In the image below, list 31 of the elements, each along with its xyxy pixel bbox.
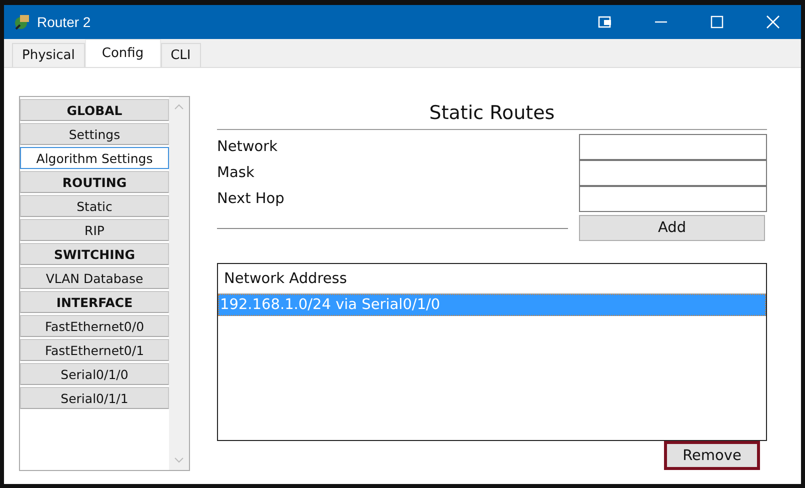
- tab[interactable]: Config: [84, 39, 161, 67]
- maximize-icon: [710, 15, 724, 29]
- sidebar-item[interactable]: FastEthernet0/1: [20, 339, 169, 361]
- input-field[interactable]: [579, 134, 767, 160]
- field-label: Mask: [217, 165, 254, 181]
- sidebar-heading[interactable]: SWITCHING: [20, 243, 169, 265]
- sidebar-heading[interactable]: INTERFACE: [20, 291, 169, 313]
- field-label: Next Hop: [217, 191, 284, 207]
- sidebar-item[interactable]: Serial0/1/1: [20, 387, 169, 409]
- section-title: Static Routes: [429, 102, 555, 124]
- tab[interactable]: Physical: [12, 43, 85, 67]
- add-button[interactable]: Add: [579, 215, 765, 241]
- sidebar-heading[interactable]: GLOBAL: [20, 99, 169, 121]
- sidebar-heading[interactable]: ROUTING: [20, 171, 169, 193]
- window-title: Router 2: [37, 14, 92, 30]
- sidebar-item[interactable]: Static: [20, 195, 169, 217]
- sidebar-item[interactable]: Serial0/1/0: [20, 363, 169, 385]
- sidebar-item[interactable]: VLAN Database: [20, 267, 169, 289]
- sidebar-item[interactable]: RIP: [20, 219, 169, 241]
- sidebar-item[interactable]: Algorithm Settings: [20, 147, 169, 169]
- field-label: Network: [217, 139, 278, 155]
- sidebar-item[interactable]: FastEthernet0/0: [20, 315, 169, 337]
- sidebar-item[interactable]: Settings: [20, 123, 169, 145]
- input-field[interactable]: [579, 186, 767, 212]
- input-field[interactable]: [579, 160, 767, 186]
- close-icon: [766, 15, 780, 29]
- router-icon: [13, 13, 31, 31]
- tab[interactable]: CLI: [160, 43, 201, 67]
- window-mode-icon: [598, 15, 612, 29]
- remove-button[interactable]: Remove: [664, 441, 760, 470]
- list-header: Network Address: [224, 270, 347, 286]
